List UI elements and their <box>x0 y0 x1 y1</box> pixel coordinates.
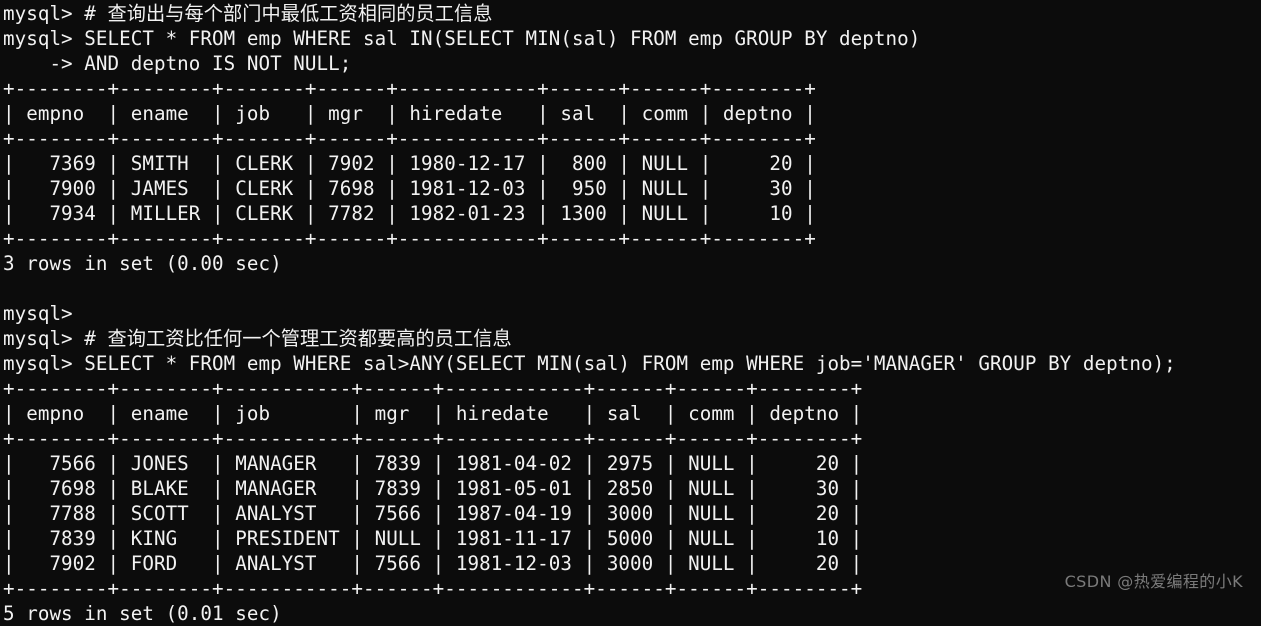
mysql-terminal-window[interactable]: mysql> # 查询出与每个部门中最低工资相同的员工信息 mysql> SEL… <box>0 0 1261 625</box>
table-separator: +--------+--------+-------+------+------… <box>3 227 816 250</box>
terminal-output: mysql> # 查询出与每个部门中最低工资相同的员工信息 mysql> SEL… <box>0 0 1261 626</box>
sql-statement-line: mysql> SELECT * FROM emp WHERE sal IN(SE… <box>3 27 921 50</box>
table-separator: +--------+--------+-------+------+------… <box>3 77 816 100</box>
comment-line: mysql> # 查询工资比任何一个管理工资都要高的员工信息 <box>3 327 512 350</box>
csdn-watermark: CSDN @热爱编程的小K <box>1064 572 1243 591</box>
table-row: | 7934 | MILLER | CLERK | 7782 | 1982-01… <box>3 202 816 225</box>
empty-prompt-line: mysql> <box>3 302 73 325</box>
table-header-row: | empno | ename | job | mgr | hiredate |… <box>3 102 816 125</box>
table-separator: +--------+--------+-----------+------+--… <box>3 427 863 450</box>
result-status-line: 3 rows in set (0.00 sec) <box>3 252 282 275</box>
table-row: | 7900 | JAMES | CLERK | 7698 | 1981-12-… <box>3 177 816 200</box>
table-separator: +--------+--------+-------+------+------… <box>3 127 816 150</box>
table-row: | 7369 | SMITH | CLERK | 7902 | 1980-12-… <box>3 152 816 175</box>
sql-statement-line: mysql> SELECT * FROM emp WHERE sal>ANY(S… <box>3 352 1176 375</box>
table-row: | 7566 | JONES | MANAGER | 7839 | 1981-0… <box>3 452 863 475</box>
table-header-row: | empno | ename | job | mgr | hiredate |… <box>3 402 863 425</box>
sql-continuation-line: -> AND deptno IS NOT NULL; <box>3 52 352 75</box>
table-row: | 7839 | KING | PRESIDENT | NULL | 1981-… <box>3 527 863 550</box>
comment-line: mysql> # 查询出与每个部门中最低工资相同的员工信息 <box>3 2 493 25</box>
table-row: | 7698 | BLAKE | MANAGER | 7839 | 1981-0… <box>3 477 863 500</box>
result-status-line: 5 rows in set (0.01 sec) <box>3 602 282 625</box>
table-separator: +--------+--------+-----------+------+--… <box>3 377 863 400</box>
table-row: | 7788 | SCOTT | ANALYST | 7566 | 1987-0… <box>3 502 863 525</box>
